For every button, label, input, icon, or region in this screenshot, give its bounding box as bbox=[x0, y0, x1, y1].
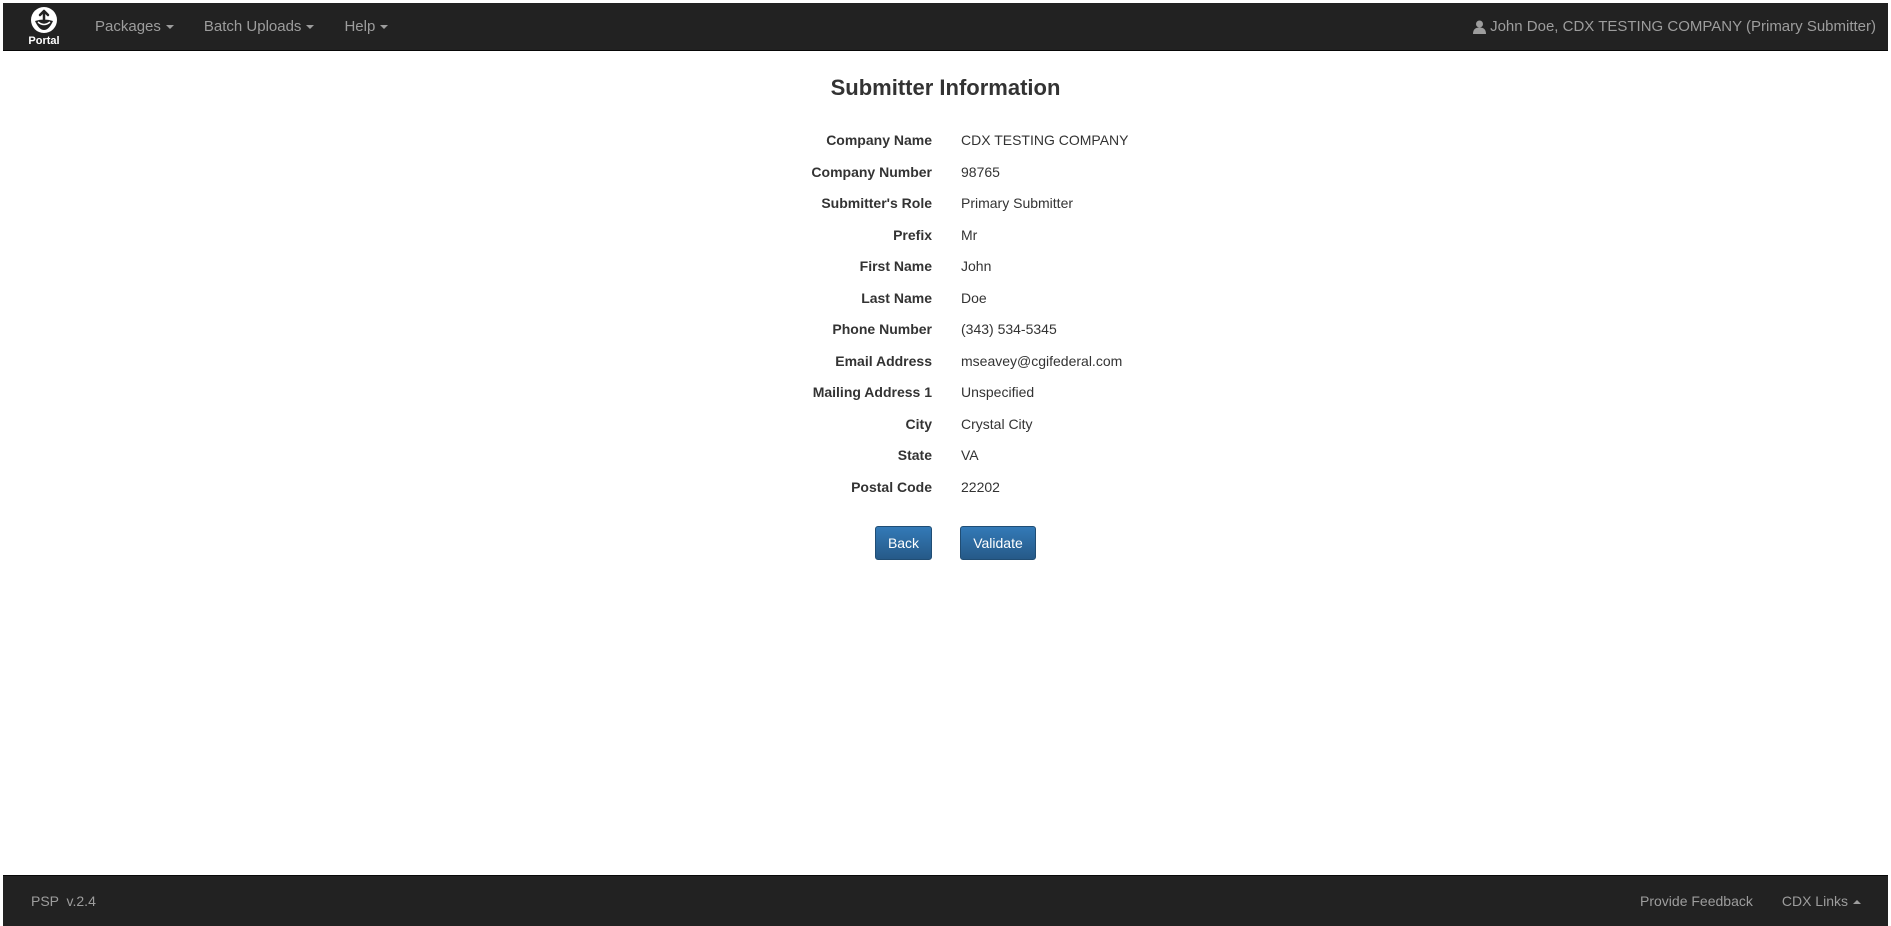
nav-help-dropdown[interactable]: Help bbox=[329, 3, 403, 51]
caret-down-icon bbox=[306, 25, 315, 30]
field-value: VA bbox=[961, 447, 979, 463]
field-value: 22202 bbox=[961, 478, 1000, 495]
submitter-info-list: Company Name CDX TESTING COMPANY Company… bbox=[0, 128, 1891, 506]
portal-logo-icon bbox=[31, 7, 57, 33]
info-row-first-name: First Name John bbox=[0, 254, 1891, 286]
page-title: Submitter Information bbox=[830, 75, 1061, 100]
nav-batch-uploads-dropdown[interactable]: Batch Uploads bbox=[189, 3, 330, 51]
info-row-prefix: Prefix Mr bbox=[0, 223, 1891, 255]
info-row-email-address: Email Address mseavey@cgifederal.com bbox=[0, 349, 1891, 381]
field-value: Mr bbox=[961, 226, 978, 243]
caret-up-icon bbox=[1853, 900, 1861, 905]
brand-label: Portal bbox=[28, 35, 60, 47]
nav-packages-label: Packages bbox=[95, 18, 161, 35]
provide-feedback-link[interactable]: Provide Feedback bbox=[1640, 893, 1753, 909]
field-value: Crystal City bbox=[961, 415, 1033, 432]
caret-down-icon bbox=[165, 25, 174, 30]
field-label: Company Number bbox=[811, 163, 932, 180]
app-frame: Portal Packages Batch Uploads Help John … bbox=[0, 0, 1891, 926]
field-value: Doe bbox=[961, 289, 987, 306]
user-icon bbox=[1473, 20, 1487, 34]
portal-brand-link[interactable]: Portal bbox=[22, 6, 66, 50]
field-value: John bbox=[961, 258, 992, 274]
back-button[interactable]: Back bbox=[875, 526, 932, 560]
field-label: Prefix bbox=[893, 226, 932, 243]
app-version: PSP v.2.4 bbox=[31, 893, 96, 909]
footer-bar: PSP v.2.4 Provide Feedback CDX Links bbox=[3, 875, 1888, 926]
field-label: Postal Code bbox=[851, 478, 932, 495]
field-value: mseavey@cgifederal.com bbox=[961, 352, 1123, 369]
cdx-links-label: CDX Links bbox=[1781, 893, 1848, 909]
info-row-company-number: Company Number 98765 bbox=[0, 160, 1891, 192]
field-label: Mailing Address 1 bbox=[812, 384, 932, 400]
info-row-city: City Crystal City bbox=[0, 412, 1891, 444]
nav-help-label: Help bbox=[344, 18, 376, 35]
field-label: Phone Number bbox=[832, 321, 932, 337]
field-label: First Name bbox=[859, 258, 932, 274]
field-value: (343) 534-5345 bbox=[961, 321, 1057, 337]
main-nav-menu: Packages Batch Uploads Help bbox=[83, 3, 403, 51]
nav-packages-dropdown[interactable]: Packages bbox=[83, 3, 189, 51]
user-text: John Doe, CDX TESTING COMPANY (Primary S… bbox=[1490, 18, 1876, 35]
field-label: Company Name bbox=[826, 132, 932, 148]
info-row-mailing-address-1: Mailing Address 1 Unspecified bbox=[0, 380, 1891, 412]
top-navbar: Portal Packages Batch Uploads Help John … bbox=[3, 3, 1888, 51]
field-value: CDX TESTING COMPANY bbox=[961, 132, 1129, 148]
footer-links: Provide Feedback CDX Links bbox=[1611, 876, 1861, 926]
cdx-links-dropdown[interactable]: CDX Links bbox=[1782, 893, 1861, 909]
validate-button[interactable]: Validate bbox=[960, 526, 1036, 560]
field-label: Submitter's Role bbox=[821, 195, 932, 211]
field-value: Primary Submitter bbox=[961, 195, 1074, 211]
info-row-phone-number: Phone Number (343) 534-5345 bbox=[0, 317, 1891, 349]
caret-down-icon bbox=[380, 25, 389, 30]
field-label: State bbox=[897, 447, 932, 463]
info-row-postal-code: Postal Code 22202 bbox=[0, 475, 1891, 507]
field-label: Email Address bbox=[835, 352, 932, 369]
info-row-submitter-role: Submitter's Role Primary Submitter bbox=[0, 191, 1891, 223]
field-label: City bbox=[905, 415, 932, 432]
info-row-last-name: Last Name Doe bbox=[0, 286, 1891, 318]
info-row-company-name: Company Name CDX TESTING COMPANY bbox=[0, 128, 1891, 160]
info-row-state: State VA bbox=[0, 443, 1891, 475]
user-account-info[interactable]: John Doe, CDX TESTING COMPANY (Primary S… bbox=[1473, 3, 1876, 51]
field-value: Unspecified bbox=[961, 384, 1035, 400]
nav-batch-uploads-label: Batch Uploads bbox=[203, 18, 302, 35]
field-label: Last Name bbox=[861, 289, 932, 306]
field-value: 98765 bbox=[961, 163, 1000, 180]
